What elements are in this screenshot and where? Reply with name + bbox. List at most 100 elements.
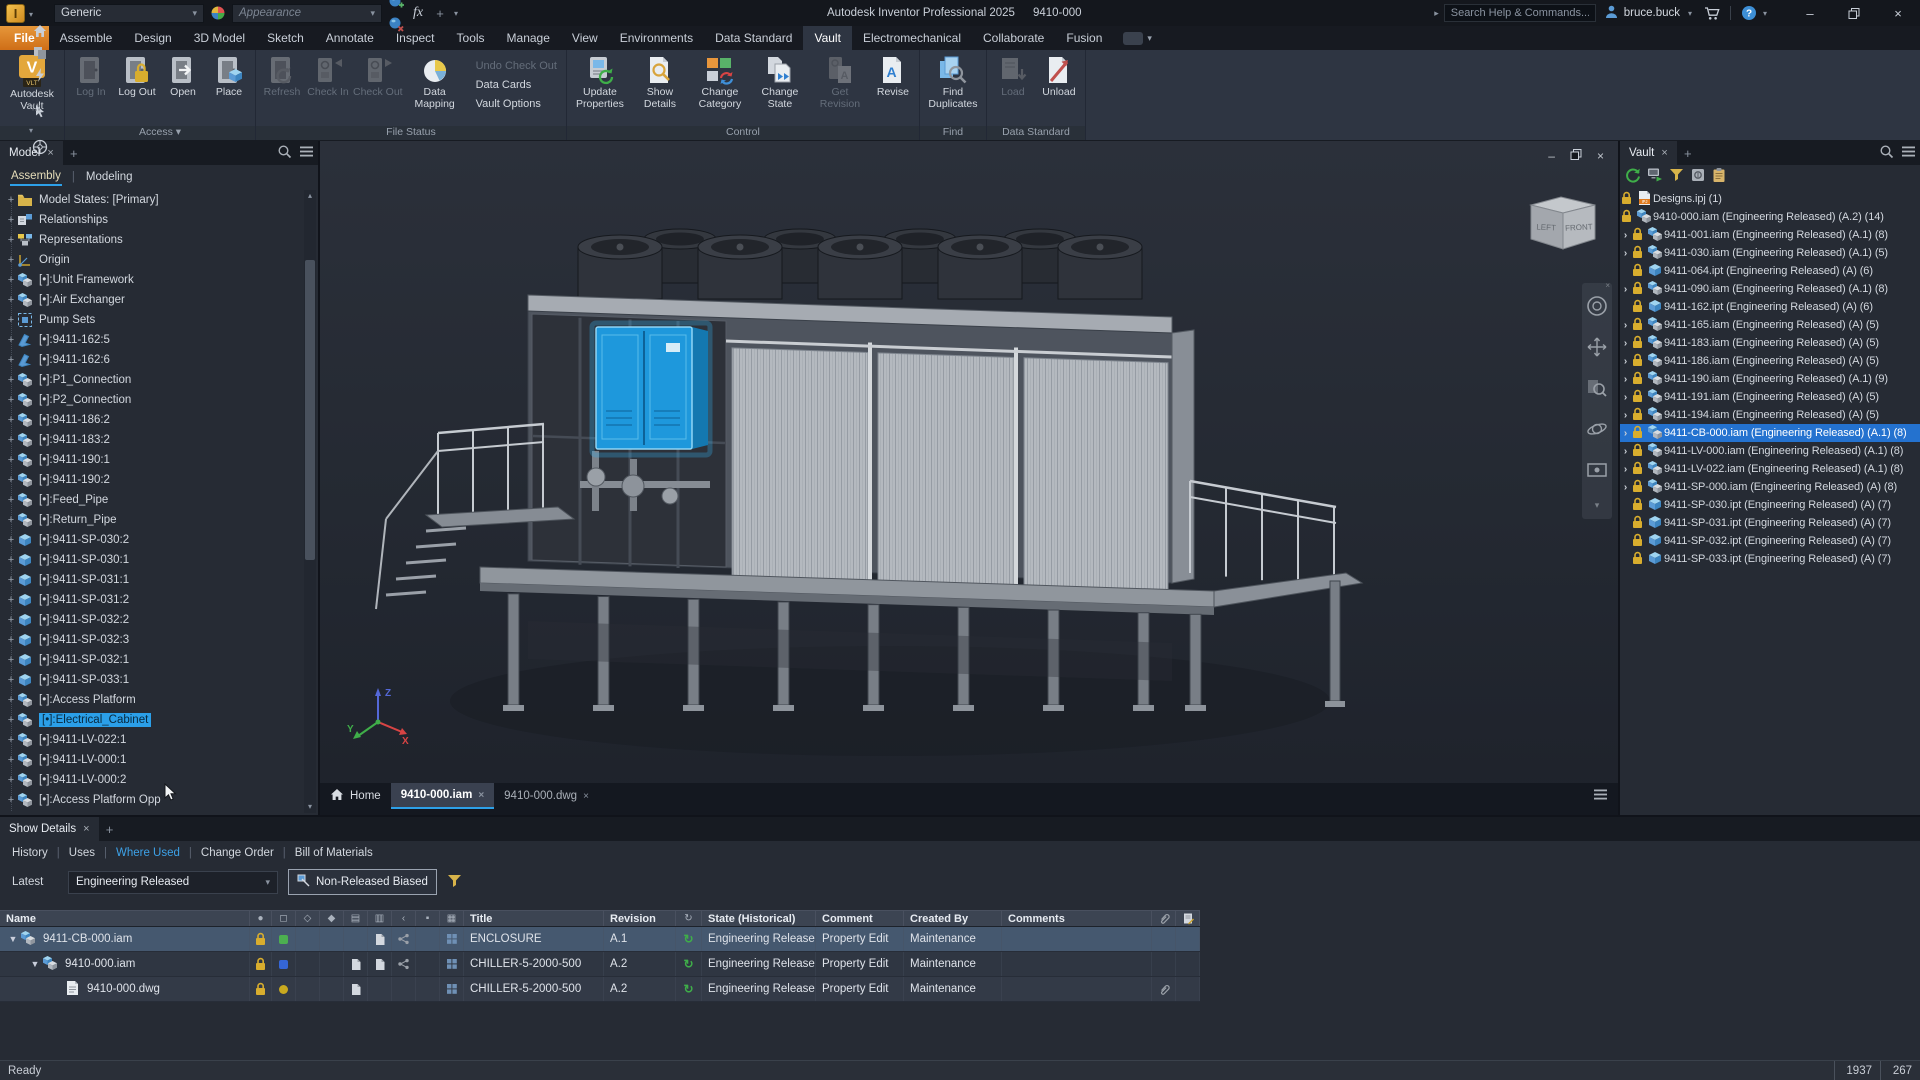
add-panel-tab-button[interactable]: + <box>99 817 121 841</box>
expand-icon[interactable]: + <box>5 714 17 726</box>
expand-icon[interactable]: + <box>5 734 17 746</box>
vault-tree-item[interactable]: ›9411-191.iam (Engineering Released) (A)… <box>1620 388 1920 406</box>
help-chevron-icon[interactable]: ▾ <box>1760 9 1770 18</box>
column-header-c_status[interactable]: ◻ <box>272 911 296 926</box>
expand-arrow-icon[interactable]: › <box>1620 248 1631 259</box>
select-chevron-icon[interactable]: ▾ <box>29 126 33 135</box>
undo-check-out-button[interactable]: Undo Check Out <box>465 56 563 75</box>
model-tree-item[interactable]: +[•]:9411-SP-031:2 <box>0 590 302 610</box>
vault-tree-item[interactable]: ›9411-LV-000.iam (Engineering Released) … <box>1620 442 1920 460</box>
expand-icon[interactable]: + <box>5 374 17 386</box>
doc-minimize-icon[interactable]: – <box>1548 149 1555 163</box>
vault-options-button[interactable]: Vault Options <box>465 94 563 113</box>
expand-arrow-icon[interactable]: › <box>1620 230 1631 241</box>
model-tree-item[interactable]: +[•]:9411-162:6 <box>0 350 302 370</box>
expand-icon[interactable]: + <box>5 474 17 486</box>
expand-icon[interactable]: + <box>5 414 17 426</box>
expand-arrow-icon[interactable]: › <box>1620 356 1631 367</box>
vault-tree-item[interactable]: ›9411-CB-000.iam (Engineering Released) … <box>1620 424 1920 442</box>
column-header-c_note[interactable] <box>1176 911 1200 926</box>
model-tree-item[interactable]: +[•]:9411-SP-031:1 <box>0 570 302 590</box>
model-tree-item[interactable]: +[•]:9411-162:5 <box>0 330 302 350</box>
restore-button[interactable] <box>1832 0 1876 26</box>
expand-icon[interactable]: + <box>5 694 17 706</box>
expand-icon[interactable]: + <box>5 494 17 506</box>
column-header-c_grid[interactable]: ▦ <box>440 911 464 926</box>
expand-icon[interactable]: + <box>5 334 17 346</box>
expand-icon[interactable]: + <box>5 554 17 566</box>
data-card-icon[interactable] <box>1712 167 1726 186</box>
ribbon-display-mode[interactable]: ▾ <box>1113 26 1162 50</box>
zoom-icon[interactable] <box>1586 377 1608 402</box>
qat-customize-icon[interactable]: ▾ <box>451 9 461 18</box>
close-icon[interactable]: × <box>478 790 484 801</box>
model-tree-item[interactable]: +[•]:9411-SP-030:2 <box>0 530 302 550</box>
ribbon-tab-view[interactable]: View <box>561 26 609 50</box>
select-icon[interactable] <box>29 100 51 122</box>
ribbon-tab-tools[interactable]: Tools <box>446 26 496 50</box>
vault-tree-item[interactable]: ›9411-001.iam (Engineering Released) (A.… <box>1620 226 1920 244</box>
add-browser-tab-button[interactable]: + <box>63 141 85 165</box>
expand-icon[interactable]: + <box>5 254 17 266</box>
expand-icon[interactable]: + <box>5 454 17 466</box>
column-header-c_tag[interactable]: ◆ <box>320 911 344 926</box>
orbit-icon[interactable] <box>1586 418 1608 443</box>
expand-arrow-icon[interactable]: › <box>1620 284 1631 295</box>
expand-icon[interactable]: + <box>5 794 17 806</box>
show-details-button[interactable]: Show Details <box>630 51 690 110</box>
filter-icon[interactable] <box>1669 168 1684 185</box>
model-tree-item[interactable]: +Origin <box>0 250 302 270</box>
expand-icon[interactable]: + <box>5 574 17 586</box>
expand-icon[interactable]: + <box>5 774 17 786</box>
model-tree-item[interactable]: +Relationships <box>0 210 302 230</box>
ribbon-tab-vault[interactable]: Vault <box>803 26 851 50</box>
search-icon[interactable] <box>277 144 292 162</box>
navbar-close-icon[interactable]: × <box>1605 281 1610 290</box>
search-icon[interactable] <box>1879 144 1894 162</box>
3d-viewport[interactable]: – × LEFTFRONT × ▾ ZYX Home9410-000.iam×9… <box>320 141 1618 815</box>
vault-tree-item[interactable]: ›9411-183.iam (Engineering Released) (A)… <box>1620 334 1920 352</box>
non-released-biased-toggle[interactable]: Non-Released Biased <box>288 869 437 895</box>
ribbon-tab-assemble[interactable]: Assemble <box>49 26 124 50</box>
model-tree-item[interactable]: +[•]:P1_Connection <box>0 370 302 390</box>
expand-icon[interactable]: + <box>5 754 17 766</box>
ribbon-tab-3d-model[interactable]: 3D Model <box>183 26 256 50</box>
expand-icon[interactable]: + <box>5 354 17 366</box>
expand-icon[interactable]: + <box>5 514 17 526</box>
update-properties-button[interactable]: Update Properties <box>570 51 630 110</box>
doc-tab-menu-icon[interactable] <box>1593 788 1608 804</box>
doc-tab-home[interactable]: Home <box>320 783 391 809</box>
revise-button[interactable]: ARevise <box>870 51 916 99</box>
vault-store-icon[interactable] <box>1690 167 1706 186</box>
view-cube[interactable]: LEFTFRONT <box>1528 193 1598 256</box>
doc-tab-9410-000.iam[interactable]: 9410-000.iam× <box>391 783 494 809</box>
appearance-dropdown[interactable]: Appearance▾ <box>232 4 382 23</box>
redo-chevron-icon[interactable]: ▾ <box>29 10 33 19</box>
column-header-comments[interactable]: Comments <box>1002 911 1152 926</box>
expand-icon[interactable]: + <box>5 654 17 666</box>
expand-icon[interactable]: + <box>5 194 17 206</box>
cart-icon[interactable] <box>1701 2 1723 24</box>
release-filter-dropdown[interactable]: Engineering Released▾ <box>68 871 278 894</box>
data-mapping-button[interactable]: Data Mapping <box>405 51 465 110</box>
close-button[interactable]: × <box>1876 0 1920 26</box>
vault-tree-item[interactable]: ›9411-030.iam (Engineering Released) (A.… <box>1620 244 1920 262</box>
expand-icon[interactable]: + <box>5 434 17 446</box>
vault-tree-item[interactable]: 9411-SP-030.ipt (Engineering Released) (… <box>1620 496 1920 514</box>
add-appearance-icon[interactable] <box>385 0 407 13</box>
model-tree-item[interactable]: +[•]:P2_Connection <box>0 390 302 410</box>
expand-icon[interactable]: + <box>5 534 17 546</box>
vault-tree-item[interactable]: ›9411-186.iam (Engineering Released) (A)… <box>1620 352 1920 370</box>
model-tree-item[interactable]: +[•]:9411-LV-000:2 <box>0 770 302 790</box>
expand-icon[interactable]: + <box>5 314 17 326</box>
model-tree-item[interactable]: +[•]:Return_Pipe <box>0 510 302 530</box>
model-tree-item[interactable]: +[•]:9411-LV-022:1 <box>0 730 302 750</box>
model-tree-item[interactable]: +[•]:9411-SP-033:1 <box>0 670 302 690</box>
expand-icon[interactable]: + <box>5 274 17 286</box>
unload-button[interactable]: Unload <box>1036 51 1082 99</box>
log-in-button[interactable]: Log In <box>68 51 114 99</box>
add-browser-tab-button[interactable]: + <box>1677 141 1699 165</box>
expand-arrow-icon[interactable]: › <box>1620 410 1631 421</box>
model-tree-item[interactable]: +[•]:9411-SP-032:1 <box>0 650 302 670</box>
ribbon-tab-electromechanical[interactable]: Electromechanical <box>852 26 972 50</box>
